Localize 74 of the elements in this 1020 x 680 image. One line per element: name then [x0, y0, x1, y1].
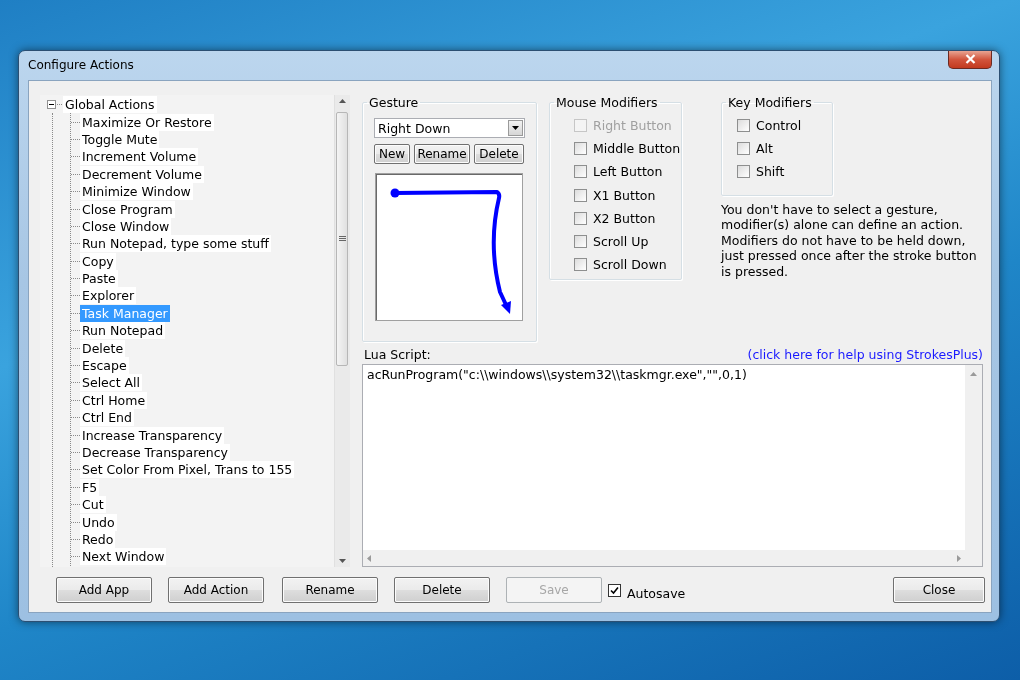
gesture-button[interactable]: New	[374, 144, 410, 164]
tree-item[interactable]: Copy	[80, 252, 116, 270]
tree-item[interactable]: Set Color From Pixel, Trans to 155	[80, 461, 295, 479]
tree-item[interactable]: F5	[80, 478, 100, 496]
group-title: Mouse Modifiers	[555, 95, 659, 110]
scroll-left-icon[interactable]	[367, 554, 371, 562]
button[interactable]: Delete	[394, 577, 490, 603]
checkbox-label: X1 Button	[593, 187, 656, 203]
tree-item[interactable]: Select All	[80, 374, 143, 392]
tree-item[interactable]: Decrease Transparency	[80, 444, 230, 461]
tree-item[interactable]: Escape	[80, 357, 129, 375]
checkbox[interactable]	[574, 211, 587, 225]
checkbox-label: Autosave	[627, 585, 686, 601]
scroll-down-icon[interactable]	[339, 559, 346, 563]
close-button[interactable]	[948, 50, 992, 69]
tree-item[interactable]: Increment Volume	[80, 148, 199, 166]
checkbox-label: Shift	[756, 164, 785, 180]
scrollbar[interactable]	[334, 95, 350, 567]
collapse-icon[interactable]	[47, 100, 56, 110]
tree-item[interactable]: Cut	[80, 496, 106, 514]
checkbox[interactable]	[574, 188, 587, 202]
tree-item[interactable]: Ctrl End	[80, 409, 134, 427]
script-editor[interactable]: acRunProgram("c:\\windows\\system32\\taskmgr.exe","",0,1)	[363, 365, 965, 384]
help-text: You don't have to select a gesture, modifier(s) alone can define an action. Modifiers do not have to be held down, just pressed once after the stroke button is pressed.	[721, 202, 977, 280]
tree-item[interactable]: Run Notepad, type some stuff	[80, 235, 271, 253]
group-title: Gesture	[368, 95, 420, 110]
checkbox[interactable]	[574, 258, 587, 272]
tree-item[interactable]: Paste	[80, 270, 118, 288]
gesture-button[interactable]: Rename	[414, 144, 470, 164]
group-title: Key Modifiers	[727, 95, 813, 110]
checkbox-label: Alt	[756, 141, 773, 157]
gesture-dropdown[interactable]: Right Down	[374, 118, 525, 138]
tree-item[interactable]: Next Window	[80, 548, 167, 566]
checkbox-label: Control	[756, 118, 802, 134]
caret-icon	[512, 126, 519, 130]
tree-item[interactable]: Global Actions	[63, 96, 157, 114]
gesture-button[interactable]: Delete	[474, 144, 524, 164]
horizontal-scrollbar[interactable]	[363, 550, 965, 566]
checkbox[interactable]	[608, 583, 621, 597]
checkbox-label: X2 Button	[593, 210, 656, 226]
checkbox-label: Scroll Down	[593, 257, 667, 273]
checkbox[interactable]	[737, 119, 750, 133]
checkbox[interactable]	[574, 165, 587, 179]
tree-item[interactable]: Run Notepad	[80, 322, 166, 340]
close-icon	[964, 54, 976, 64]
button[interactable]: Add Action	[168, 577, 264, 603]
field-label: Lua Script:	[364, 347, 431, 362]
tree-item[interactable]: Delete	[80, 339, 126, 357]
tree-item[interactable]: Maximize Or Restore	[80, 113, 214, 131]
tree-item[interactable]: Close Program	[80, 200, 175, 218]
button[interactable]: Add App	[56, 577, 152, 603]
checkbox[interactable]	[574, 142, 587, 156]
help-link[interactable]: (click here for help using StrokesPlus)	[747, 347, 983, 362]
checkbox-label: Left Button	[593, 164, 663, 180]
checkbox-label: Middle Button	[593, 141, 681, 157]
button[interactable]: Rename	[282, 577, 378, 603]
scrollbar-thumb[interactable]	[336, 112, 348, 366]
tree-item[interactable]: Explorer	[80, 287, 137, 305]
window-title: Configure Actions	[28, 57, 134, 72]
tree-item[interactable]: Ctrl Home	[80, 391, 148, 409]
tree-item[interactable]: Undo	[80, 513, 117, 531]
checkbox-label: Right Button	[593, 118, 672, 134]
button[interactable]: Close	[893, 577, 985, 603]
vertical-scrollbar[interactable]	[965, 365, 982, 550]
checkbox[interactable]	[574, 235, 587, 249]
checkbox[interactable]	[737, 165, 750, 179]
grip-icon	[338, 236, 346, 242]
scroll-up-icon[interactable]	[339, 99, 346, 103]
tree-item[interactable]: Increase Transparency	[80, 426, 225, 444]
checkbox[interactable]	[737, 142, 750, 156]
checkbox-label: Scroll Up	[593, 234, 649, 250]
tree-item[interactable]: Decrement Volume	[80, 165, 204, 183]
scroll-right-icon[interactable]	[957, 554, 961, 562]
tree-item[interactable]: Minimize Window	[80, 183, 193, 201]
